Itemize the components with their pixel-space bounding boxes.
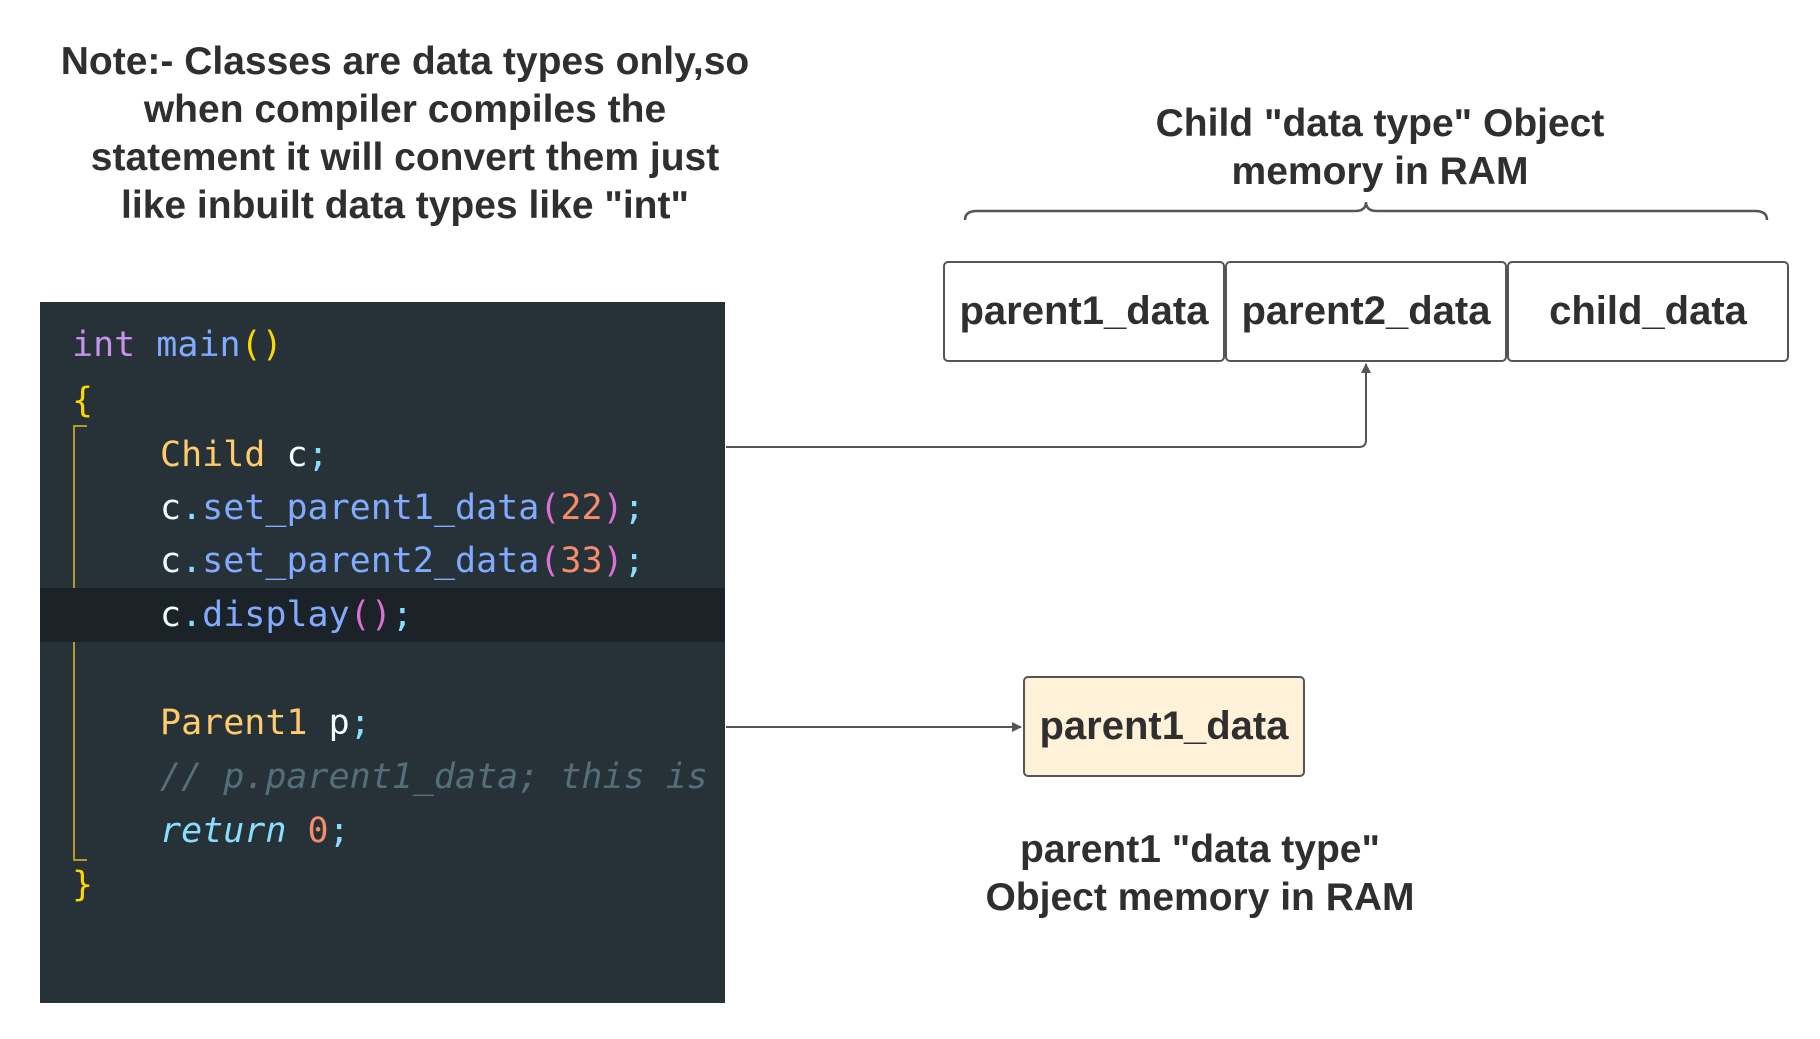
code-line-2: {: [40, 374, 725, 428]
code-token-type: int: [72, 325, 136, 365]
code-token-semicolon: ;: [623, 541, 645, 581]
code-token-open-paren: (: [539, 488, 561, 528]
code-token-return-keyword: return: [160, 811, 287, 851]
code-line-8: Parent1 p;: [40, 696, 725, 750]
parent1-memory-parent1-data-cell: parent1_data: [1023, 676, 1305, 777]
code-token-dot: .: [181, 488, 203, 528]
code-token-semicolon: ;: [328, 811, 350, 851]
code-token-var-c: c: [286, 435, 308, 475]
code-token-object: c: [160, 488, 182, 528]
code-line-9: // p.parent1_data; this is: [40, 750, 725, 804]
parent1-object-caption: parent1 "data type" Object memory in RAM: [985, 828, 1415, 919]
code-line-5: c.set_parent2_data(33);: [40, 534, 725, 588]
code-line-4: c.set_parent1_data(22);: [40, 481, 725, 535]
code-token-open-paren: (: [539, 541, 561, 581]
code-token-close-paren: ): [602, 541, 624, 581]
code-token-comment: // p.parent1_data; this is: [160, 757, 708, 797]
code-line-6-current: c.display();: [40, 588, 725, 642]
code-token-method: display: [202, 595, 350, 635]
code-token-dot: .: [181, 595, 203, 635]
note-text: Note:- Classes are data types only,so wh…: [60, 40, 750, 227]
code-line-3: Child c;: [40, 428, 725, 482]
code-token-semicolon: ;: [623, 488, 645, 528]
code-token-class-parent1: Parent1: [160, 703, 308, 743]
code-token-semicolon: ;: [307, 435, 329, 475]
child-object-caption: Child "data type" Object memory in RAM: [1155, 102, 1605, 193]
code-token-object: c: [160, 595, 182, 635]
child-object-brace: [963, 201, 1769, 221]
code-editor-panel: int main() { Child c; c.set_parent1_data…: [40, 302, 725, 1003]
code-token-number: 22: [560, 488, 603, 528]
code-token-parens: (): [349, 595, 392, 635]
code-token-semicolon: ;: [349, 703, 371, 743]
code-token-number: 0: [307, 811, 329, 851]
code-token-function: main: [156, 325, 241, 365]
code-token-var-p: p: [328, 703, 350, 743]
code-token-close-paren: ): [602, 488, 624, 528]
code-line-10: return 0;: [40, 804, 725, 858]
code-token-dot: .: [181, 541, 203, 581]
child-pointer-arrow: [726, 363, 1371, 448]
code-token-number: 33: [560, 541, 603, 581]
code-token-method: set_parent1_data: [202, 488, 540, 528]
code-line-1: int main(): [40, 318, 725, 372]
code-token-semicolon: ;: [391, 595, 413, 635]
code-token-method: set_parent2_data: [202, 541, 540, 581]
child-memory-parent2-data-cell: parent2_data: [1225, 261, 1507, 362]
child-memory-child-data-cell: child_data: [1507, 261, 1789, 362]
code-line-11: }: [40, 858, 725, 912]
code-token-object: c: [160, 541, 182, 581]
code-token-class-child: Child: [160, 435, 266, 475]
code-token-parens: (): [240, 325, 283, 365]
child-memory-parent1-data-cell: parent1_data: [943, 261, 1225, 362]
code-token-open-brace: {: [72, 381, 94, 421]
code-token-close-brace: }: [72, 865, 94, 905]
